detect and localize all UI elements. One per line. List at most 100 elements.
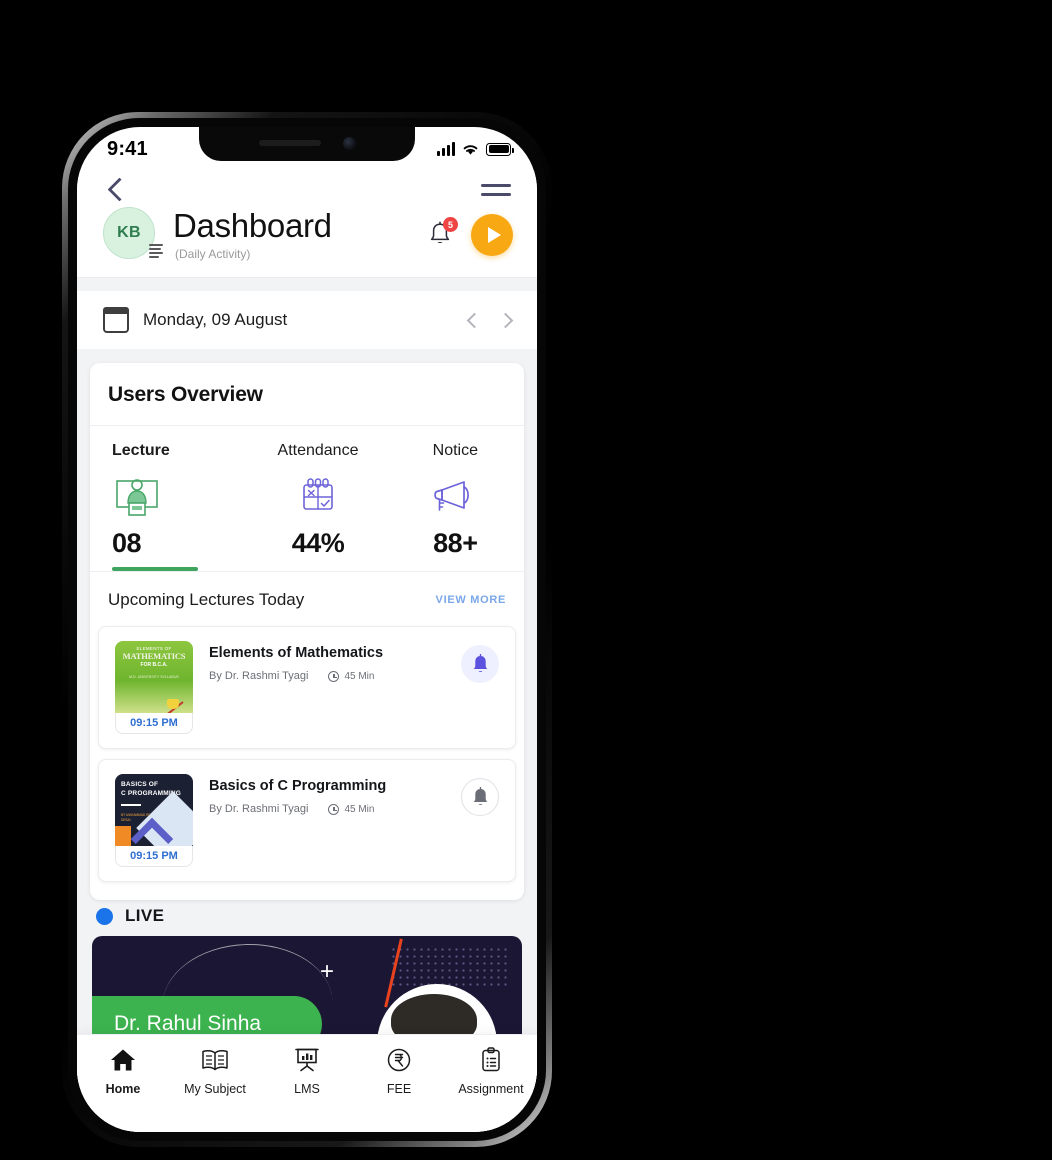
users-overview-title: Users Overview [90, 363, 524, 426]
lecture-instructor: By Dr. Rashmi Tyagi [209, 803, 309, 815]
wifi-icon [463, 144, 478, 155]
lecture-time: 09:15 PM [115, 713, 193, 734]
phone-bezel: 9:41 KB Dashboard (Daily Activity) 5 Mon… [68, 118, 546, 1141]
play-icon [487, 227, 501, 243]
nav-label: Assignment [458, 1082, 524, 1096]
notification-badge: 5 [443, 217, 458, 232]
signal-bars-icon [437, 141, 455, 156]
live-banner[interactable]: + Dr. Rahul Sinha [92, 936, 522, 1046]
lecture-podium-icon [112, 470, 162, 522]
stats-row: Lecture 08 Attendance 44% Notice 88+ [90, 426, 524, 572]
play-button[interactable] [471, 214, 513, 256]
next-day-button[interactable] [497, 312, 514, 328]
cover-cup-graphic [167, 699, 179, 709]
megaphone-icon [428, 470, 482, 522]
header-actions: 5 [427, 214, 513, 256]
attendance-grid-icon [293, 470, 343, 522]
lecture-title: Basics of C Programming [209, 778, 387, 794]
header-divider [77, 277, 537, 291]
cover-rule [121, 803, 141, 806]
calendar-icon [103, 307, 129, 333]
nav-label: LMS [294, 1082, 320, 1096]
bell-filled-icon [473, 653, 487, 672]
lecture-reminder-button[interactable] [461, 778, 499, 816]
cover-line-3: FOR B.C.A. [140, 662, 168, 668]
lecture-time: 09:15 PM [115, 846, 193, 867]
lecture-details: Elements of Mathematics By Dr. Rashmi Ty… [193, 641, 461, 682]
lecture-details: Basics of C Programming By Dr. Rashmi Ty… [193, 774, 461, 815]
nav-item-lms[interactable]: LMS [261, 1047, 353, 1096]
notch [199, 127, 415, 161]
cover-line-1: BASICS OF [121, 781, 159, 788]
live-label: LIVE [125, 906, 165, 925]
lecture-reminder-button[interactable] [461, 645, 499, 683]
front-camera-icon [342, 136, 356, 150]
cover-orange-block [115, 826, 131, 846]
nav-item-my-subject[interactable]: My Subject [169, 1047, 261, 1096]
date-selector: Monday, 09 August [77, 291, 537, 349]
stat-label: Notice [432, 442, 478, 459]
back-button[interactable] [103, 177, 129, 203]
lecture-cover-math: ELEMENTS OF MATHEMATICS FOR B.C.A. M.D. … [115, 641, 193, 713]
status-indicators [437, 141, 514, 156]
cover-line-4: M.D. UNIVERSITY SYLLABUS [129, 675, 179, 679]
lecture-duration-text: 45 Min [344, 670, 375, 682]
top-bar [77, 171, 537, 203]
nav-label: FEE [386, 1082, 412, 1096]
nav-item-home[interactable]: Home [77, 1047, 169, 1096]
avatar-menu-icon [149, 244, 163, 258]
status-time: 9:41 [107, 137, 148, 160]
lecture-duration: 45 Min [328, 670, 375, 682]
lecture-duration: 45 Min [328, 803, 374, 815]
book-open-icon [200, 1047, 230, 1073]
view-more-link[interactable]: VIEW MORE [436, 594, 506, 606]
phone-screen: 9:41 KB Dashboard (Daily Activity) 5 Mon… [77, 127, 537, 1132]
stat-label: Lecture [112, 442, 170, 459]
phone-frame: 9:41 KB Dashboard (Daily Activity) 5 Mon… [62, 112, 552, 1147]
lecture-card[interactable]: ELEMENTS OF MATHEMATICS FOR B.C.A. M.D. … [98, 626, 516, 749]
cover-line-2: MATHEMATICS [122, 651, 186, 661]
lecture-thumbnail: ELEMENTS OF MATHEMATICS FOR B.C.A. M.D. … [115, 641, 193, 734]
lecture-meta: By Dr. Rashmi Tyagi 45 Min [209, 670, 461, 682]
prev-day-button[interactable] [466, 312, 483, 328]
presentation-chart-icon [293, 1047, 321, 1073]
lectures-section-header: Upcoming Lectures Today VIEW MORE [90, 572, 524, 626]
nav-label: My Subject [184, 1082, 246, 1096]
page-subtitle: (Daily Activity) [175, 247, 251, 262]
stat-label: Attendance [277, 442, 359, 459]
stat-value: 44% [291, 528, 345, 558]
page-title-group: Dashboard (Daily Activity) [173, 206, 419, 262]
page-title: Dashboard [173, 206, 332, 244]
hamburger-menu-icon[interactable] [481, 184, 511, 196]
stat-lecture[interactable]: Lecture 08 [90, 426, 249, 571]
page-header: KB Dashboard (Daily Activity) 5 [77, 203, 537, 263]
stat-value: 08 [112, 528, 142, 558]
bottom-navigation: Home My Subject LMS FEE Assignment [77, 1034, 537, 1132]
stat-attendance[interactable]: Attendance 44% [249, 426, 386, 571]
lecture-title: Elements of Mathematics [209, 645, 384, 661]
users-overview-card: Users Overview Lecture 08 Attendance 44%… [90, 363, 524, 900]
live-indicator-dot [96, 907, 113, 925]
selected-date: Monday, 09 August [143, 310, 288, 329]
main-content: Users Overview Lecture 08 Attendance 44%… [77, 349, 537, 1132]
screenshot-stage: 9:41 KB Dashboard (Daily Activity) 5 Mon… [0, 0, 1052, 1160]
lecture-instructor: By Dr. Rashmi Tyagi [209, 670, 309, 682]
clock-icon [328, 803, 340, 815]
notifications-button[interactable]: 5 [427, 217, 458, 250]
rupee-circle-icon [386, 1047, 412, 1073]
home-icon [109, 1047, 137, 1073]
live-section-header: LIVE [90, 900, 524, 936]
date-nav-controls [466, 312, 514, 328]
lecture-card[interactable]: BASICS OFC PROGRAMMING BY MUHAMMAD REHAN… [98, 759, 516, 882]
stat-value: 88+ [433, 528, 478, 558]
earpiece-speaker [258, 140, 321, 146]
lecture-thumbnail: BASICS OFC PROGRAMMING BY MUHAMMAD REHAN… [115, 774, 193, 867]
nav-item-assignment[interactable]: Assignment [445, 1047, 537, 1096]
lecture-meta: By Dr. Rashmi Tyagi 45 Min [209, 803, 461, 815]
avatar[interactable]: KB [103, 207, 163, 263]
nav-label: Home [105, 1082, 141, 1096]
lectures-list: ELEMENTS OF MATHEMATICS FOR B.C.A. M.D. … [90, 626, 524, 900]
app-container: KB Dashboard (Daily Activity) 5 Monday, … [77, 171, 537, 1132]
nav-item-fee[interactable]: FEE [353, 1047, 445, 1096]
stat-notice[interactable]: Notice 88+ [387, 426, 524, 571]
